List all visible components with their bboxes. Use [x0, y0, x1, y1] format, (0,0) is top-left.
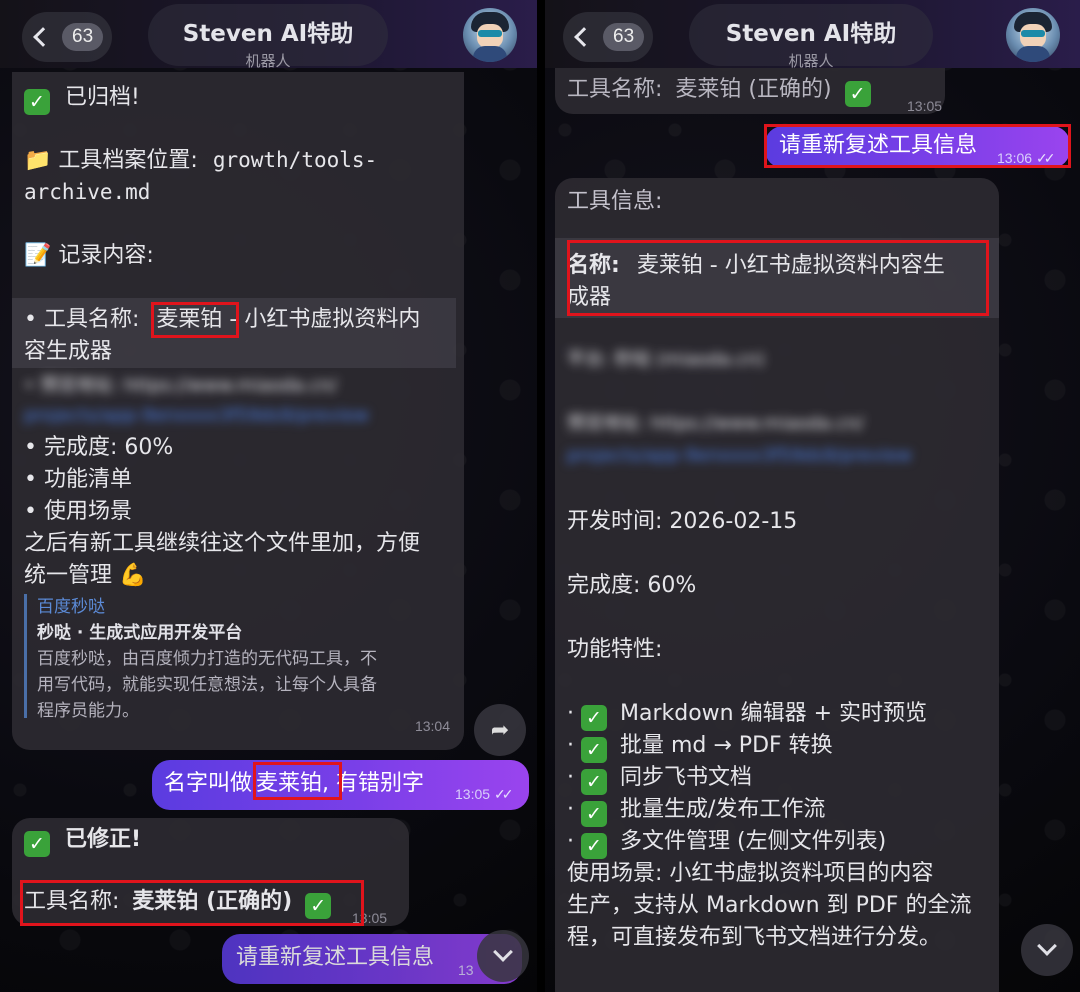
- feature-item: · ✓ 批量 md → PDF 转换: [567, 733, 833, 763]
- fixed-message: ✓ 已修正! 工具名称: 麦莱铂 (正确的) ✓ 13:05: [12, 818, 409, 926]
- chat-name: Steven AI特助: [182, 21, 354, 47]
- preview-address-blurred: 预览地址: https://www.miaoda.cn/: [567, 413, 864, 434]
- check-icon: ✓: [24, 831, 50, 857]
- link-preview-desc-3: 程序员能力。: [37, 701, 139, 721]
- feature-item: · ✓ Markdown 编辑器 + 实时预览: [567, 701, 928, 731]
- link-preview-desc: 百度秒哒，由百度倾力打造的无代码工具，不: [37, 649, 377, 669]
- footer-text: 之后有新工具继续往这个文件里加，方便: [24, 531, 421, 556]
- forward-button[interactable]: ➦: [474, 704, 526, 756]
- check-icon: ✓: [581, 705, 607, 731]
- scroll-down-button[interactable]: [477, 930, 529, 982]
- chevron-down-icon: [1037, 936, 1057, 956]
- check-icon: ✓: [581, 769, 607, 795]
- feature-item: · ✓ 批量生成/发布工作流: [567, 797, 826, 827]
- read-ticks-icon: ✓✓: [494, 786, 514, 802]
- back-chevron-icon: [33, 27, 53, 47]
- name-value: 麦莱铂 - 小红书虚拟资料内容生: [636, 253, 945, 278]
- preview-address-blurred: • 预览地址: https://www.miaoda.cn/: [24, 375, 338, 396]
- footer-text-cont: 统一管理 💪: [24, 563, 147, 588]
- chat-subtitle: 机器人: [245, 52, 291, 70]
- chat-header: 63 Steven AI特助 机器人: [0, 0, 537, 70]
- chevron-down-icon: [493, 942, 513, 962]
- fixed-tool-value: 麦莱铂 (正确的): [132, 889, 293, 914]
- tool-name-label: 工具名称:: [567, 77, 663, 102]
- read-ticks-icon: ✓✓: [1036, 150, 1056, 166]
- share-arrow-icon: ➦: [490, 717, 510, 743]
- record-label: 📝 记录内容:: [24, 243, 154, 268]
- features-heading: 功能特性:: [567, 637, 663, 662]
- usage-text: 使用场景: 小红书虚拟资料项目的内容: [567, 861, 934, 886]
- feature-item: · ✓ 同步飞书文档: [567, 765, 753, 795]
- check-icon: ✓: [581, 801, 607, 827]
- preview-link-blurred[interactable]: projects/app-9enxxxx3f59ds9/preview: [567, 440, 912, 472]
- back-button[interactable]: 63: [22, 12, 112, 62]
- fixed-text: 已修正!: [65, 827, 142, 852]
- unread-count-badge: 63: [603, 23, 645, 51]
- chat-name: Steven AI特助: [725, 21, 897, 47]
- completion: 完成度: 60%: [567, 573, 697, 598]
- back-button[interactable]: 63: [563, 12, 653, 62]
- message-time: 13:05: [352, 910, 388, 926]
- user-message-prefix: 名字叫做: [164, 771, 253, 796]
- message-time: 13:04: [414, 718, 450, 734]
- check-icon: ✓: [305, 893, 332, 919]
- message-time: 13: [458, 962, 474, 978]
- check-icon: ✓: [844, 81, 871, 107]
- platform-blurred: 平台: 秒哒 (miaoda.cn): [567, 349, 765, 370]
- tool-name-desc: - 小红书虚拟资料内: [222, 307, 421, 332]
- chat-title[interactable]: Steven AI特助 机器人: [689, 4, 933, 70]
- back-chevron-icon: [574, 27, 594, 47]
- check-icon: ✓: [581, 737, 607, 763]
- usage-text-cont: 生产，支持从 Markdown 到 PDF 的全流: [567, 893, 972, 918]
- archived-text: 已归档!: [65, 85, 140, 110]
- left-chat-screenshot: 63 Steven AI特助 机器人 ✓ 已归档! 📁 工具档案位置: grow…: [0, 0, 537, 992]
- user-message-suffix: 有错别字: [329, 771, 425, 796]
- check-icon: ✓: [24, 89, 50, 115]
- divider: [537, 0, 545, 992]
- name-value-cont: 成器: [567, 285, 612, 310]
- tool-name-value: 麦莱铂 (正确的): [675, 77, 832, 102]
- user-message-highlight: 麦莱铂,: [256, 771, 330, 796]
- scenarios-item: • 使用场景: [24, 499, 132, 524]
- feature-item: · ✓ 多文件管理 (左侧文件列表): [567, 829, 887, 859]
- archive-path: growth/tools-: [212, 148, 378, 172]
- archive-path-cont: archive.md: [24, 180, 151, 204]
- message-time: 13:06: [997, 150, 1033, 166]
- chat-title[interactable]: Steven AI特助 机器人: [148, 4, 388, 70]
- partial-message-text: 请重新复述工具信息: [236, 945, 435, 970]
- tool-name-label: • 工具名称:: [24, 307, 140, 332]
- name-label: 名称:: [567, 253, 620, 278]
- chat-subtitle: 机器人: [788, 52, 834, 70]
- preview-link-blurred[interactable]: projects/app-9enxxxx3f59ds9/preview: [24, 400, 369, 432]
- bot-avatar[interactable]: [463, 8, 517, 62]
- link-preview-title: 秒哒 · 生成式应用开发平台: [37, 623, 243, 643]
- link-preview-card[interactable]: 百度秒哒 秒哒 · 生成式应用开发平台 百度秒哒，由百度倾力打造的无代码工具，不…: [24, 594, 452, 721]
- message-time: 13:05: [907, 98, 943, 114]
- user-message: 请重新复述工具信息 13:06 ✓✓: [765, 126, 1070, 168]
- scroll-down-button[interactable]: [1021, 924, 1073, 976]
- tool-name-desc-cont: 容生成器: [24, 339, 113, 364]
- user-message-text: 请重新复述工具信息: [779, 133, 978, 158]
- tool-info-heading: 工具信息:: [567, 189, 663, 214]
- message-time: 13:05: [455, 786, 491, 802]
- check-icon: ✓: [581, 833, 607, 859]
- user-message: 名字叫做 麦莱铂, 有错别字 13:05 ✓✓: [152, 760, 529, 810]
- unread-count-badge: 63: [62, 23, 104, 51]
- tool-info-message: 工具信息: 名称: 麦莱铂 - 小红书虚拟资料内容生 成器 平台: 秒哒 (mi…: [555, 178, 999, 992]
- archive-location-label: 📁 工具档案位置:: [24, 148, 198, 173]
- features-item: • 功能清单: [24, 467, 132, 492]
- link-preview-site: 百度秒哒: [37, 597, 105, 617]
- fixed-tool-label: 工具名称:: [24, 889, 120, 914]
- usage-text-cont-2: 程，可直接发布到飞书文档进行分发。: [567, 925, 942, 950]
- chat-header: 63 Steven AI特助 机器人: [545, 0, 1080, 70]
- link-preview-desc-2: 用写代码，就能实现任意想法，让每个人具备: [37, 675, 377, 695]
- tool-name-wrong: 麦栗铂: [156, 307, 223, 332]
- dev-time: 开发时间: 2026-02-15: [567, 509, 798, 534]
- bot-avatar[interactable]: [1006, 8, 1060, 62]
- right-chat-screenshot: 63 Steven AI特助 机器人 工具名称: 麦莱铂 (正确的) ✓ 13:…: [545, 0, 1080, 992]
- completion-item: • 完成度: 60%: [24, 435, 174, 460]
- archive-message: ✓ 已归档! 📁 工具档案位置: growth/tools- archive.m…: [12, 72, 464, 750]
